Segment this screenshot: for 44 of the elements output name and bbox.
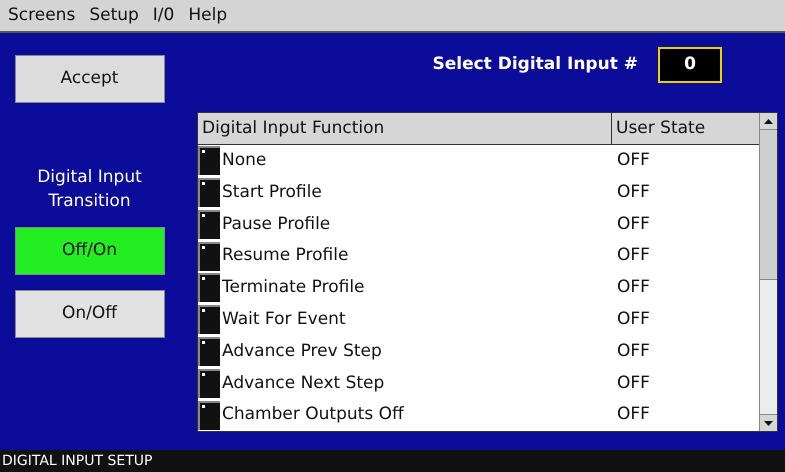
table-row[interactable]: Wait For Event OFF (198, 304, 759, 336)
function-cell-text: Wait For Event (222, 308, 346, 331)
transition-option-button[interactable]: On/Off (14, 290, 164, 338)
table-row[interactable]: Advance Next Step OFF (198, 367, 759, 400)
select-input-label: Select Digital Input # (432, 53, 638, 76)
function-cell-text: Terminate Profile (222, 276, 365, 300)
table-row[interactable]: Advance Prev Step OFF (198, 336, 759, 368)
function-cell-text: Advance Next Step (222, 372, 384, 395)
state-cell-text: OFF (616, 340, 651, 363)
function-cell-text: Chamber Outputs Off (222, 403, 404, 426)
function-cell-text: Resume Profile (222, 244, 348, 268)
transition-label: Digital Input Transition (36, 166, 143, 213)
scroll-up-icon[interactable] (760, 113, 777, 130)
status-bar: DIGITAL INPUT SETUP (0, 450, 785, 472)
scroll-thumb[interactable] (760, 130, 777, 280)
table-row[interactable]: Terminate Profile OFF (198, 272, 759, 304)
state-cell-text: OFF (616, 276, 651, 300)
function-cell-text: Pause Profile (222, 212, 330, 236)
column-header: User State (615, 116, 706, 140)
input-number-field[interactable]: 0 (658, 47, 722, 83)
menu-item[interactable]: Screens (8, 2, 76, 28)
menu-item[interactable]: I/0 (152, 2, 174, 28)
table-row[interactable]: Pause Profile OFF (198, 208, 759, 240)
function-cell-text: Advance Prev Step (222, 340, 382, 363)
state-cell-text: OFF (616, 180, 651, 204)
accept-button[interactable]: Accept (14, 55, 164, 103)
function-cell-text: Start Profile (222, 180, 322, 204)
state-cell-text: OFF (616, 403, 651, 426)
transition-option-button[interactable]: Off/On (14, 227, 164, 275)
scrollbar[interactable] (759, 113, 777, 431)
function-cell-text: None (222, 149, 266, 172)
table-row[interactable]: Chamber Outputs Off OFF (198, 399, 759, 431)
column-header: Digital Input Function (198, 113, 612, 144)
state-cell-text: OFF (616, 212, 651, 236)
menu-item[interactable]: Setup (89, 2, 139, 28)
table-row[interactable]: Start Profile OFF (198, 176, 759, 208)
menu-item[interactable]: Help (188, 2, 228, 28)
state-cell-text: OFF (616, 244, 651, 268)
scroll-down-icon[interactable] (760, 414, 777, 431)
state-cell-text: OFF (616, 308, 651, 331)
state-cell-text: OFF (616, 149, 651, 172)
table-row[interactable]: Resume Profile OFF (198, 240, 759, 272)
table-row[interactable]: None OFF (198, 144, 759, 177)
state-cell-text: OFF (616, 372, 651, 395)
